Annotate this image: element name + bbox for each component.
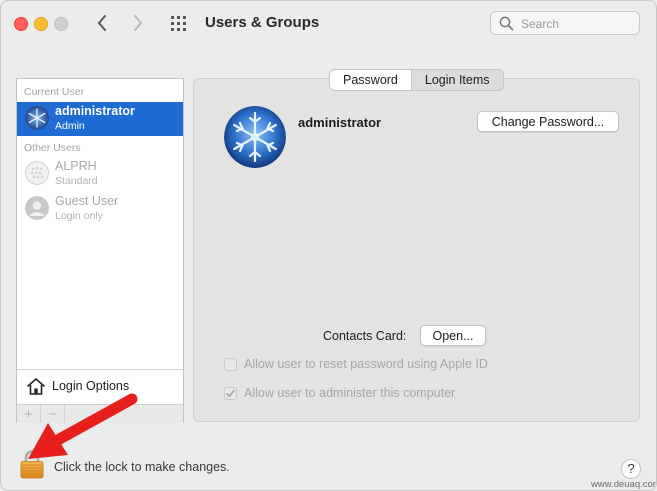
search-field[interactable]	[490, 11, 640, 35]
golf-ball-avatar-icon	[25, 161, 49, 185]
generic-user-icon	[25, 196, 49, 220]
tab-password[interactable]: Password	[330, 70, 412, 90]
user-picture[interactable]	[224, 106, 286, 168]
forward-chevron-icon	[134, 15, 142, 31]
red-arrow-annotation	[28, 393, 138, 459]
users-sidebar: Current User administrator Admin Other U…	[16, 78, 184, 423]
checkmark-icon	[226, 389, 235, 397]
watermark: www.deuaq.com	[591, 479, 657, 490]
snowflake-avatar-icon	[25, 106, 49, 130]
login-options-label: Login Options	[52, 379, 130, 393]
user-name: Guest User	[55, 194, 119, 208]
back-button[interactable]	[91, 11, 113, 35]
close-window-button[interactable]	[14, 17, 28, 31]
zoom-window-button[interactable]	[54, 17, 68, 31]
user-role: Admin	[55, 120, 85, 132]
user-role: Login only	[55, 210, 103, 222]
change-password-button[interactable]: Change Password...	[477, 111, 619, 132]
contacts-card-label: Contacts Card:	[323, 329, 407, 343]
administer-checkbox[interactable]	[224, 387, 237, 400]
forward-button[interactable]	[127, 11, 149, 35]
reset-password-checkbox[interactable]	[224, 358, 237, 371]
snowflake-avatar-icon	[224, 106, 286, 168]
toolbar: Users & Groups	[1, 1, 656, 47]
user-row-administrator[interactable]: administrator Admin	[17, 102, 183, 136]
user-row-guest[interactable]: Guest User Login only	[17, 192, 183, 226]
reset-password-label: Allow user to reset password using Apple…	[244, 357, 488, 371]
administer-label: Allow user to administer this computer	[244, 386, 456, 400]
window-title: Users & Groups	[205, 14, 320, 31]
search-icon	[499, 16, 514, 31]
help-button[interactable]: ?	[621, 459, 641, 479]
user-role: Standard	[55, 175, 98, 187]
current-user-header: Current User	[24, 86, 85, 98]
user-full-name: administrator	[298, 115, 382, 130]
search-input[interactable]	[519, 15, 638, 33]
minimize-window-button[interactable]	[34, 17, 48, 31]
window: Users & Groups Current User	[0, 0, 657, 491]
back-chevron-icon	[98, 15, 106, 31]
user-name: administrator	[55, 104, 135, 118]
open-contacts-card-button[interactable]: Open...	[420, 325, 486, 346]
other-users-header: Other Users	[24, 142, 81, 154]
tab-login-items[interactable]: Login Items	[412, 70, 503, 90]
user-row-alprh[interactable]: ALPRH Standard	[17, 157, 183, 191]
tab-control: Password Login Items	[329, 69, 504, 91]
show-all-button[interactable]	[170, 14, 190, 34]
user-name: ALPRH	[55, 159, 97, 173]
